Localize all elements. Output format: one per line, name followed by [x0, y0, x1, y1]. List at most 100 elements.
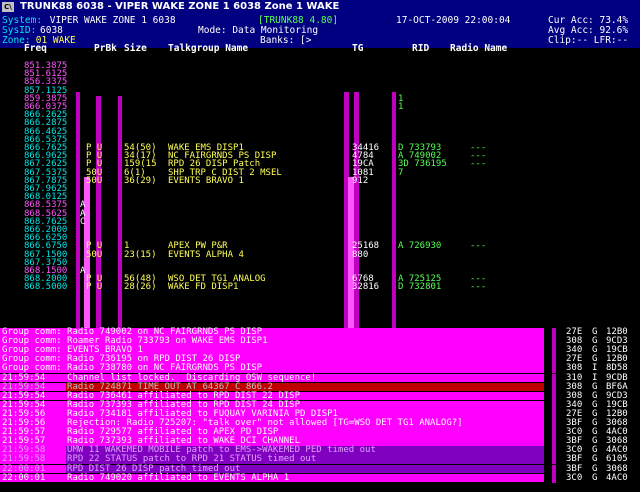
side-code-c: 4AC0	[606, 472, 628, 483]
frequency: 868.5000	[24, 282, 68, 293]
side-bar	[552, 337, 556, 347]
channel-row[interactable]: 866.2000	[0, 225, 640, 234]
side-bar	[552, 446, 556, 456]
app-icon[interactable]: C\	[2, 2, 14, 12]
size: 28(26)	[124, 282, 157, 293]
channel-row[interactable]: 868.5375 A	[0, 201, 640, 210]
channel-row[interactable]: 866.4625	[0, 127, 640, 136]
col-size: Size	[124, 43, 147, 54]
side-code-a: 3C0	[566, 472, 583, 483]
channel-row[interactable]: 851.3875	[0, 61, 640, 70]
priority-bank: 50U	[86, 175, 103, 186]
log-entry: 21:59:54 Channel list locked. Discarding…	[0, 372, 640, 383]
side-bar	[552, 391, 556, 401]
column-header: Freq PrBk Size Talkgroup Name TG RID Rad…	[0, 44, 640, 56]
side-bar	[552, 373, 556, 383]
talkgroup-id: 912	[352, 175, 369, 186]
channel-row[interactable]: 857.1125	[0, 86, 640, 95]
side-code-a: 3BF	[566, 454, 583, 465]
side-bar	[552, 364, 556, 374]
log-entry: Group comm: Radio 738780 on NC FAIRGRNDS…	[0, 363, 640, 374]
event-log: Group comm: Radio 749002 on NC FAIRGRNDS…	[0, 328, 640, 492]
side-bar	[552, 455, 556, 465]
radio-id: 7	[398, 167, 404, 178]
radio-id: 1	[398, 102, 404, 112]
channel-row[interactable]: 851.6125	[0, 70, 640, 79]
talkgroup-name: EVENTS ALPHA 4	[168, 249, 244, 260]
side-bar	[552, 419, 556, 429]
side-bar	[552, 355, 556, 365]
side-code-c: 9CDB	[606, 372, 628, 383]
talkgroup-id: 880	[352, 249, 369, 260]
talkgroup-id: 32816	[352, 282, 380, 293]
priority-bank: 50U	[86, 249, 103, 260]
title-bar[interactable]: C\ TRUNK88 6038 - VIPER WAKE ZONE 1 6038…	[0, 0, 640, 14]
side-code-a: 3BF	[566, 463, 583, 474]
channel-row[interactable]: 868.7625 C	[0, 216, 640, 227]
system-value: VIPER WAKE ZONE 1 6038	[44, 15, 176, 26]
side-code: 3C0 G 4AC0	[548, 472, 640, 483]
side-bar	[552, 382, 556, 392]
side-bar	[552, 346, 556, 356]
channel-table: 851.3875 851.6125 856.3375 857.1125 859.3875…	[0, 61, 640, 328]
talkgroup-name: WAKE FD DISP1	[168, 282, 239, 293]
side-code-b: G	[592, 454, 598, 465]
size: 23(15)	[124, 249, 157, 260]
channel-row[interactable]: 866.0375 1	[0, 102, 640, 112]
side-bar	[552, 473, 556, 483]
side-code-b: G	[592, 463, 598, 474]
col-tg: TG	[352, 43, 364, 54]
side-bar	[552, 328, 556, 338]
channel-row[interactable]: 866.2875	[0, 119, 640, 128]
radio-name: ---	[470, 159, 487, 170]
channel-flag: C	[80, 216, 86, 227]
log-entry: 22:00:01 RPD DIST 26 DISP patch timed ou…	[0, 463, 640, 474]
channel-row[interactable]: 867.1500 50U 23(15) EVENTS ALPHA 4 880	[0, 249, 640, 260]
side-bar	[552, 464, 556, 474]
side-bar	[552, 437, 556, 447]
side-code-c: 6105	[606, 454, 628, 465]
channel-row[interactable]: 856.3375	[0, 78, 640, 87]
side-code-c: 8D58	[606, 363, 628, 374]
talkgroup-name: EVENTS BRAVO 1	[168, 175, 244, 186]
channel-row[interactable]: 867.7875 50U 36(29) EVENTS BRAVO 1 912	[0, 175, 640, 186]
radio-id: D 732801	[398, 282, 442, 293]
col-radio-name: Radio Name	[450, 43, 508, 54]
col-freq: Freq	[24, 43, 47, 54]
priority-bank: P U	[86, 282, 103, 293]
log-entry: 21:59:58 RPD 22 STATUS patch to RPD 21 S…	[0, 454, 640, 465]
channel-row[interactable]: 868.5000 P U 28(26) WAKE FD DISP1 32816 D 732…	[0, 282, 640, 293]
side-code-a: 308	[566, 363, 583, 374]
side-code-b: I	[592, 372, 598, 383]
col-rid: RID	[412, 43, 430, 54]
radio-id: A 726930	[398, 241, 442, 252]
channel-row[interactable]: 868.5625 A	[0, 209, 640, 218]
size: 36(29)	[124, 175, 157, 186]
channel-row[interactable]: 867.9625	[0, 184, 640, 193]
trunk88-window: C\ TRUNK88 6038 - VIPER WAKE ZONE 1 6038…	[0, 0, 640, 492]
col-prbk: PrBk	[94, 43, 117, 54]
log-entry: 22:00:01 Radio 749020 affiliated to EVEN…	[0, 472, 640, 483]
channel-row[interactable]: 867.3750	[0, 258, 640, 267]
radio-name: ---	[470, 282, 487, 293]
side-bar	[552, 400, 556, 410]
channel-row[interactable]: 859.3875 1	[0, 94, 640, 103]
side-code-a: 310	[566, 372, 583, 383]
side-bar	[552, 428, 556, 438]
log-text: 22:00:01 Radio 749020 affiliated to EVEN…	[2, 472, 290, 483]
channel-flag: A	[80, 266, 86, 276]
side-bar	[552, 409, 556, 419]
log-text: Group comm: Radio 738780 on NC FAIRGRNDS…	[2, 363, 263, 374]
clock: 17-OCT-2009 22:00:04	[396, 15, 511, 26]
radio-name: ---	[470, 241, 487, 252]
log-text: 21:59:58 RPD 22 STATUS patch to RPD 21 S…	[2, 454, 317, 465]
side-code-b: I	[592, 363, 598, 374]
radio-id: 3D 736195	[398, 159, 447, 170]
window-title: TRUNK88 6038 - VIPER WAKE ZONE 1 6038 Zo…	[20, 1, 340, 12]
channel-row[interactable]: 868.0125	[0, 193, 640, 202]
side-code-b: G	[592, 472, 598, 483]
channel-row[interactable]: 866.2625	[0, 111, 640, 120]
log-text: 21:59:54 Channel list locked. Discarding…	[2, 372, 317, 383]
col-talkgroup-name: Talkgroup Name	[168, 43, 249, 54]
log-text: 22:00:01 RPD DIST 26 DISP patch timed ou…	[2, 463, 241, 474]
